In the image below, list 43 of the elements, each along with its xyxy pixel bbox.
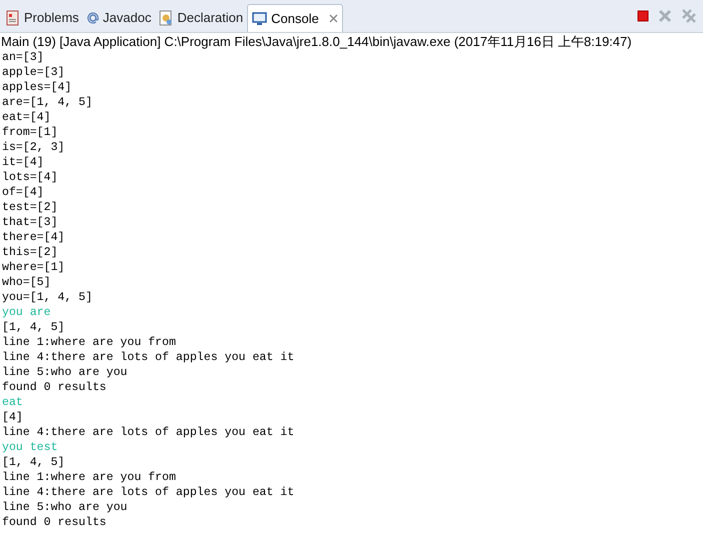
close-icon[interactable] [328, 14, 338, 23]
console-output-line: apple=[3] [2, 65, 65, 80]
at-sign-icon [86, 12, 99, 24]
console-output-line: line 1:where are you from [2, 335, 176, 350]
console-output-line: line 5:who are you [2, 365, 128, 380]
stop-icon[interactable] [637, 10, 649, 22]
console-output-line: found 0 results [2, 515, 106, 530]
console-output-line: line 4:there are lots of apples you eat it [2, 350, 294, 365]
console-output-line: [4] [2, 410, 23, 425]
console-input-line: you are [2, 305, 51, 320]
console-output-line: line 1:where are you from [2, 470, 176, 485]
console-output-line: you=[1, 4, 5] [2, 290, 92, 305]
document-icon [6, 10, 20, 26]
console-output-line: line 4:there are lots of apples you eat it [2, 485, 294, 500]
console-output-line: found 0 results [2, 380, 106, 395]
console-output-line: who=[5] [2, 275, 51, 290]
console-output-line: from=[1] [2, 125, 58, 140]
console-output-line: an=[3] [2, 50, 44, 65]
console-output-line: this=[2] [2, 245, 58, 260]
monitor-icon [252, 12, 268, 26]
console-output-line: it=[4] [2, 155, 44, 170]
tab[interactable]: Declaration [155, 4, 248, 32]
console-output-line: of=[4] [2, 185, 44, 200]
tab[interactable]: Console [247, 4, 343, 32]
console-title: Main (19) [Java Application] C:\Program Files\Java\jre1.8.0_144\bin\javaw.exe (2017年11月16日 上午8:19:47) [0, 33, 633, 50]
console-output-line: eat=[4] [2, 110, 51, 125]
console-output-line: apples=[4] [2, 80, 72, 95]
console-output-line: test=[2] [2, 200, 58, 215]
console-output-line: is=[2, 3] [2, 140, 65, 155]
console-output-line: line 4:there are lots of apples you eat it [2, 425, 294, 440]
tab[interactable]: Problems [2, 4, 83, 32]
console-output-line: there=[4] [2, 230, 65, 245]
console-input-line: eat [2, 395, 23, 410]
console-output-line: [1, 4, 5] [2, 455, 65, 470]
console-output-line: [1, 4, 5] [2, 320, 65, 335]
console-output-line: where=[1] [2, 260, 65, 275]
console-output-line: are=[1, 4, 5] [2, 95, 92, 110]
tab[interactable]: Javadoc [82, 4, 156, 32]
console-output-line: line 5:who are you [2, 500, 128, 515]
console-output-line: that=[3] [2, 215, 58, 230]
console-input-line: you test [2, 440, 58, 455]
console-output-line: lots=[4] [2, 170, 58, 185]
document-icon [159, 10, 174, 26]
